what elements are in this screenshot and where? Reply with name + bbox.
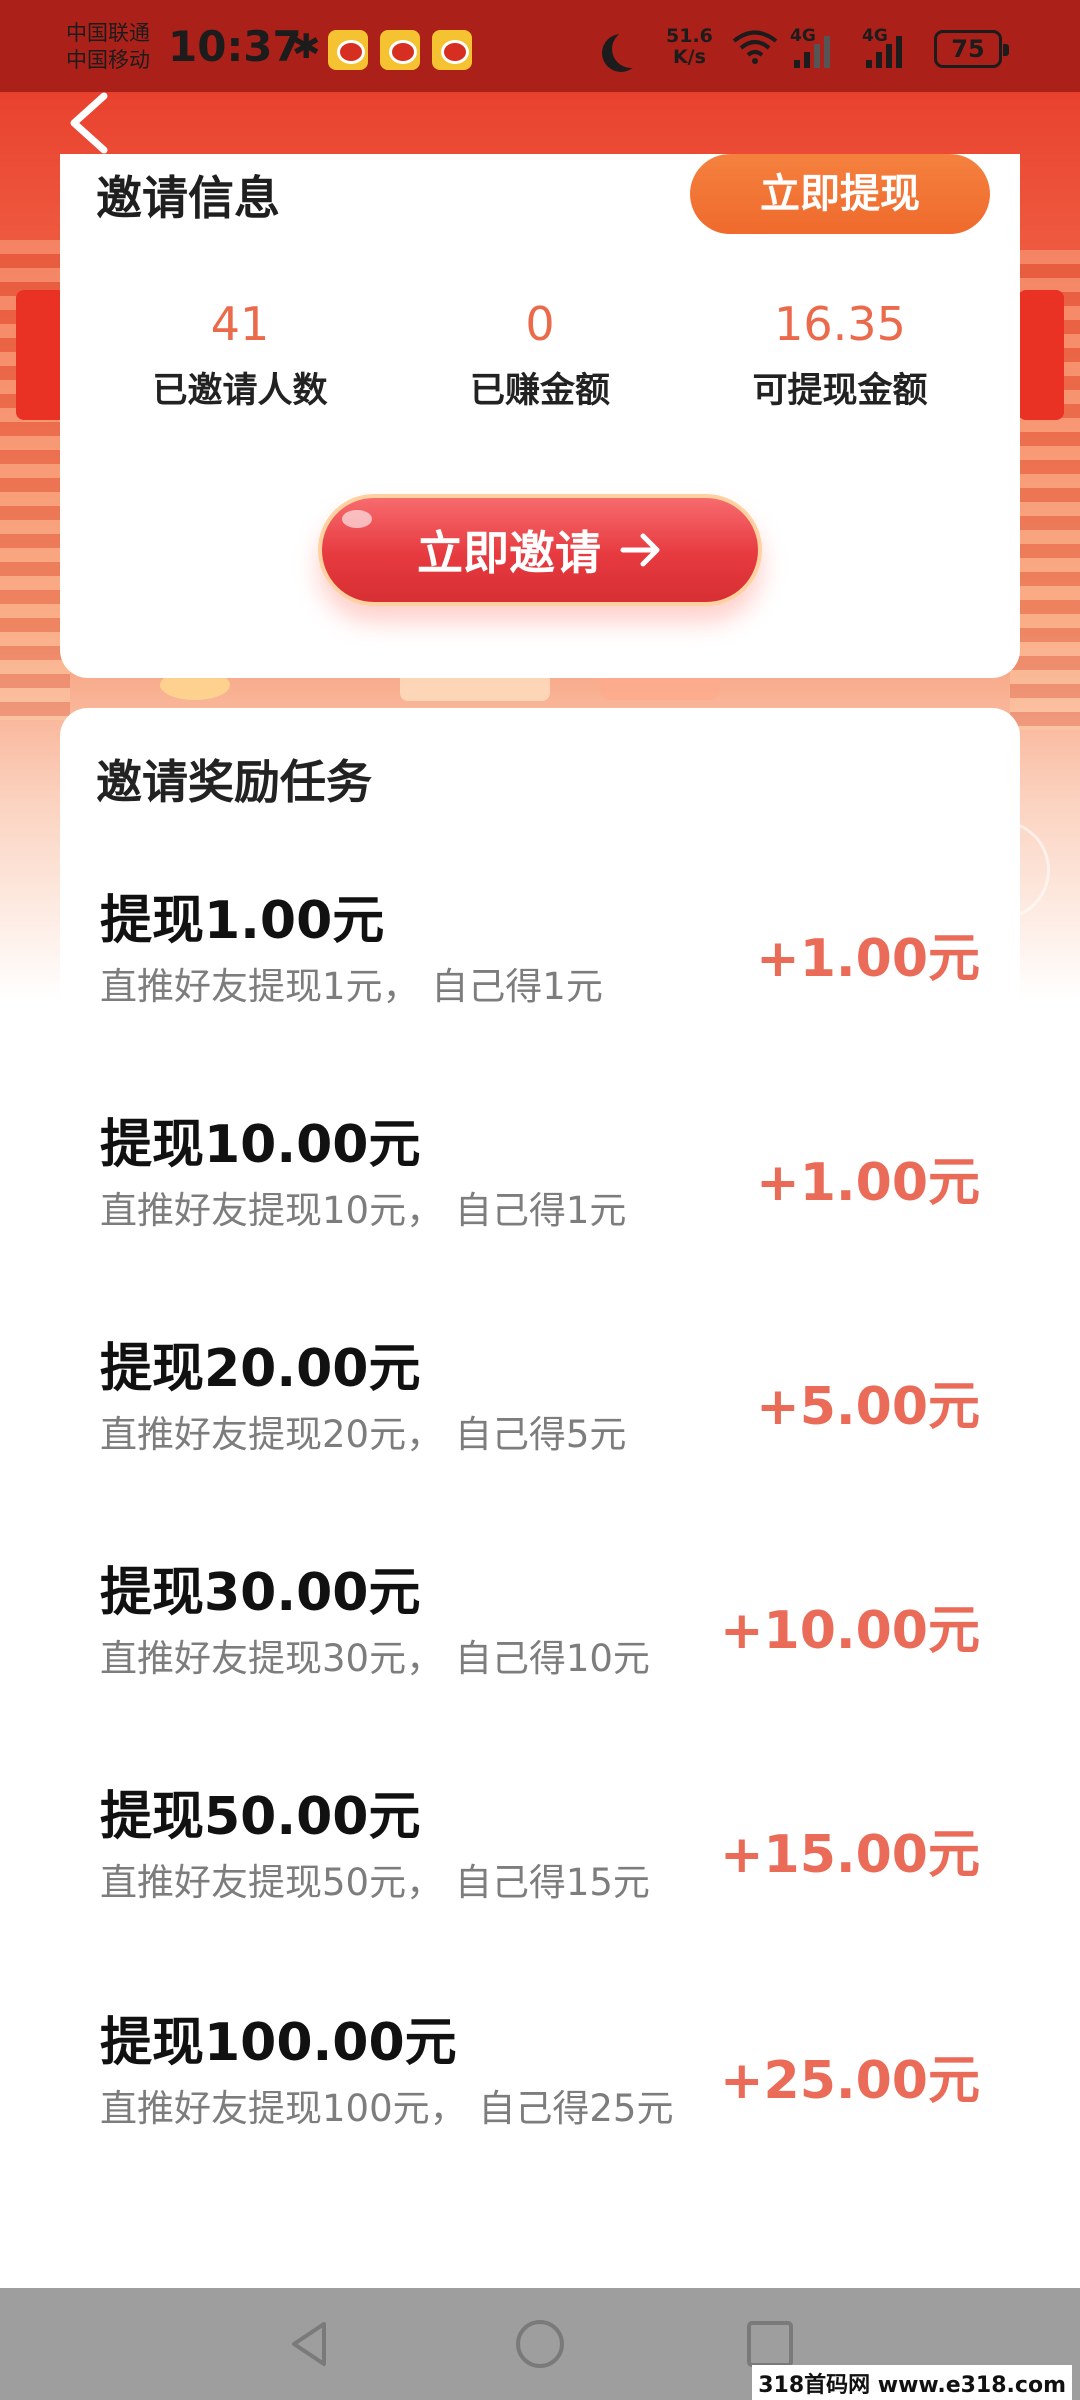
task-desc: 直推好友提现10元， 自己得1元 <box>100 1189 627 1232</box>
invite-now-button[interactable]: 立即邀请 <box>318 494 762 606</box>
task-row[interactable]: 提现30.00元 直推好友提现30元， 自己得10元 +10.00元 <box>60 1550 1020 1750</box>
stat-label: 已赚金额 <box>469 371 610 411</box>
stat-invited-count: 41 已邀请人数 <box>90 294 390 413</box>
bluetooth-icon: ✱ <box>292 27 321 67</box>
task-desc: 直推好友提现30元， 自己得10元 <box>100 1637 650 1680</box>
task-title: 提现20.00元 <box>100 1339 421 1399</box>
task-desc: 直推好友提现1元， 自己得1元 <box>100 965 603 1008</box>
nav-back-icon[interactable] <box>280 2318 340 2370</box>
task-desc: 直推好友提现20元， 自己得5元 <box>100 1413 627 1456</box>
moon-icon <box>612 30 650 68</box>
stat-value: 41 <box>210 297 270 351</box>
net-speed-unit: K/s <box>672 46 706 68</box>
withdraw-now-button[interactable]: 立即提现 <box>690 154 990 234</box>
stat-label: 已邀请人数 <box>152 371 328 411</box>
battery-icon: 75 <box>934 30 1009 68</box>
wifi-icon <box>732 30 778 64</box>
back-chevron-icon[interactable] <box>60 88 120 158</box>
task-desc: 直推好友提现50元， 自己得15元 <box>100 1861 650 1904</box>
decor-banner-right <box>1018 290 1064 420</box>
screen: 中国联通 中国移动 10:37 ✱ 51.6 K/s 4G 4G 75 邀请信息… <box>0 0 1080 2400</box>
weibo-icon <box>380 30 420 70</box>
task-row[interactable]: 提现100.00元 直推好友提现100元， 自己得25元 +25.00元 <box>60 2000 1020 2200</box>
task-title: 提现1.00元 <box>100 891 385 951</box>
nav-recents-icon[interactable] <box>740 2318 800 2370</box>
task-reward: +25.00元 <box>719 2051 980 2111</box>
task-title: 提现10.00元 <box>100 1115 421 1175</box>
carrier-info: 中国联通 中国移动 <box>66 20 150 74</box>
status-bar: 中国联通 中国移动 10:37 ✱ 51.6 K/s 4G 4G 75 <box>0 0 1080 92</box>
nav-home-icon[interactable] <box>510 2318 570 2370</box>
weibo-icon <box>432 30 472 70</box>
invite-now-label: 立即邀请 <box>417 526 601 580</box>
task-reward: +10.00元 <box>719 1601 980 1661</box>
invite-info-card: 邀请信息 立即提现 41 已邀请人数 0 已赚金额 16.35 可提现金额 立即… <box>60 154 1020 678</box>
task-row[interactable]: 提现1.00元 直推好友提现1元， 自己得1元 +1.00元 <box>60 878 1020 1078</box>
task-title: 提现100.00元 <box>100 2013 457 2073</box>
net-speed: 51.6 K/s <box>666 26 713 68</box>
decor-banner-left <box>16 290 66 420</box>
task-reward: +1.00元 <box>756 929 980 989</box>
task-title: 提现50.00元 <box>100 1787 421 1847</box>
reward-tasks-title: 邀请奖励任务 <box>96 755 372 809</box>
task-reward: +15.00元 <box>719 1825 980 1885</box>
task-reward: +5.00元 <box>756 1377 980 1437</box>
task-title: 提现30.00元 <box>100 1563 421 1623</box>
task-reward: +1.00元 <box>756 1153 980 1213</box>
task-row[interactable]: 提现10.00元 直推好友提现10元， 自己得1元 +1.00元 <box>60 1102 1020 1302</box>
arrow-right-icon <box>620 533 660 567</box>
stat-label: 可提现金额 <box>752 371 928 411</box>
task-desc: 直推好友提现100元， 自己得25元 <box>100 2087 674 2130</box>
carrier-2: 中国移动 <box>66 48 150 72</box>
signal-icon <box>866 36 902 68</box>
invite-info-title: 邀请信息 <box>96 171 280 225</box>
stat-earned-amount: 0 已赚金额 <box>390 294 690 413</box>
stat-value: 0 <box>525 297 555 351</box>
status-time: 10:37 <box>168 22 302 71</box>
weibo-icon <box>328 30 368 70</box>
net-speed-value: 51.6 <box>666 25 713 47</box>
carrier-1: 中国联通 <box>66 21 150 45</box>
watermark: 318首码网 www.e318.com <box>752 2365 1072 2400</box>
task-row[interactable]: 提现20.00元 直推好友提现20元， 自己得5元 +5.00元 <box>60 1326 1020 1526</box>
reward-tasks-card: 邀请奖励任务 提现1.00元 直推好友提现1元， 自己得1元 +1.00元 提现… <box>60 708 1020 2288</box>
signal-icon <box>794 36 830 68</box>
task-row[interactable]: 提现50.00元 直推好友提现50元， 自己得15元 +15.00元 <box>60 1774 1020 1974</box>
stat-value: 16.35 <box>774 297 906 351</box>
stat-withdrawable-amount: 16.35 可提现金额 <box>690 294 990 413</box>
